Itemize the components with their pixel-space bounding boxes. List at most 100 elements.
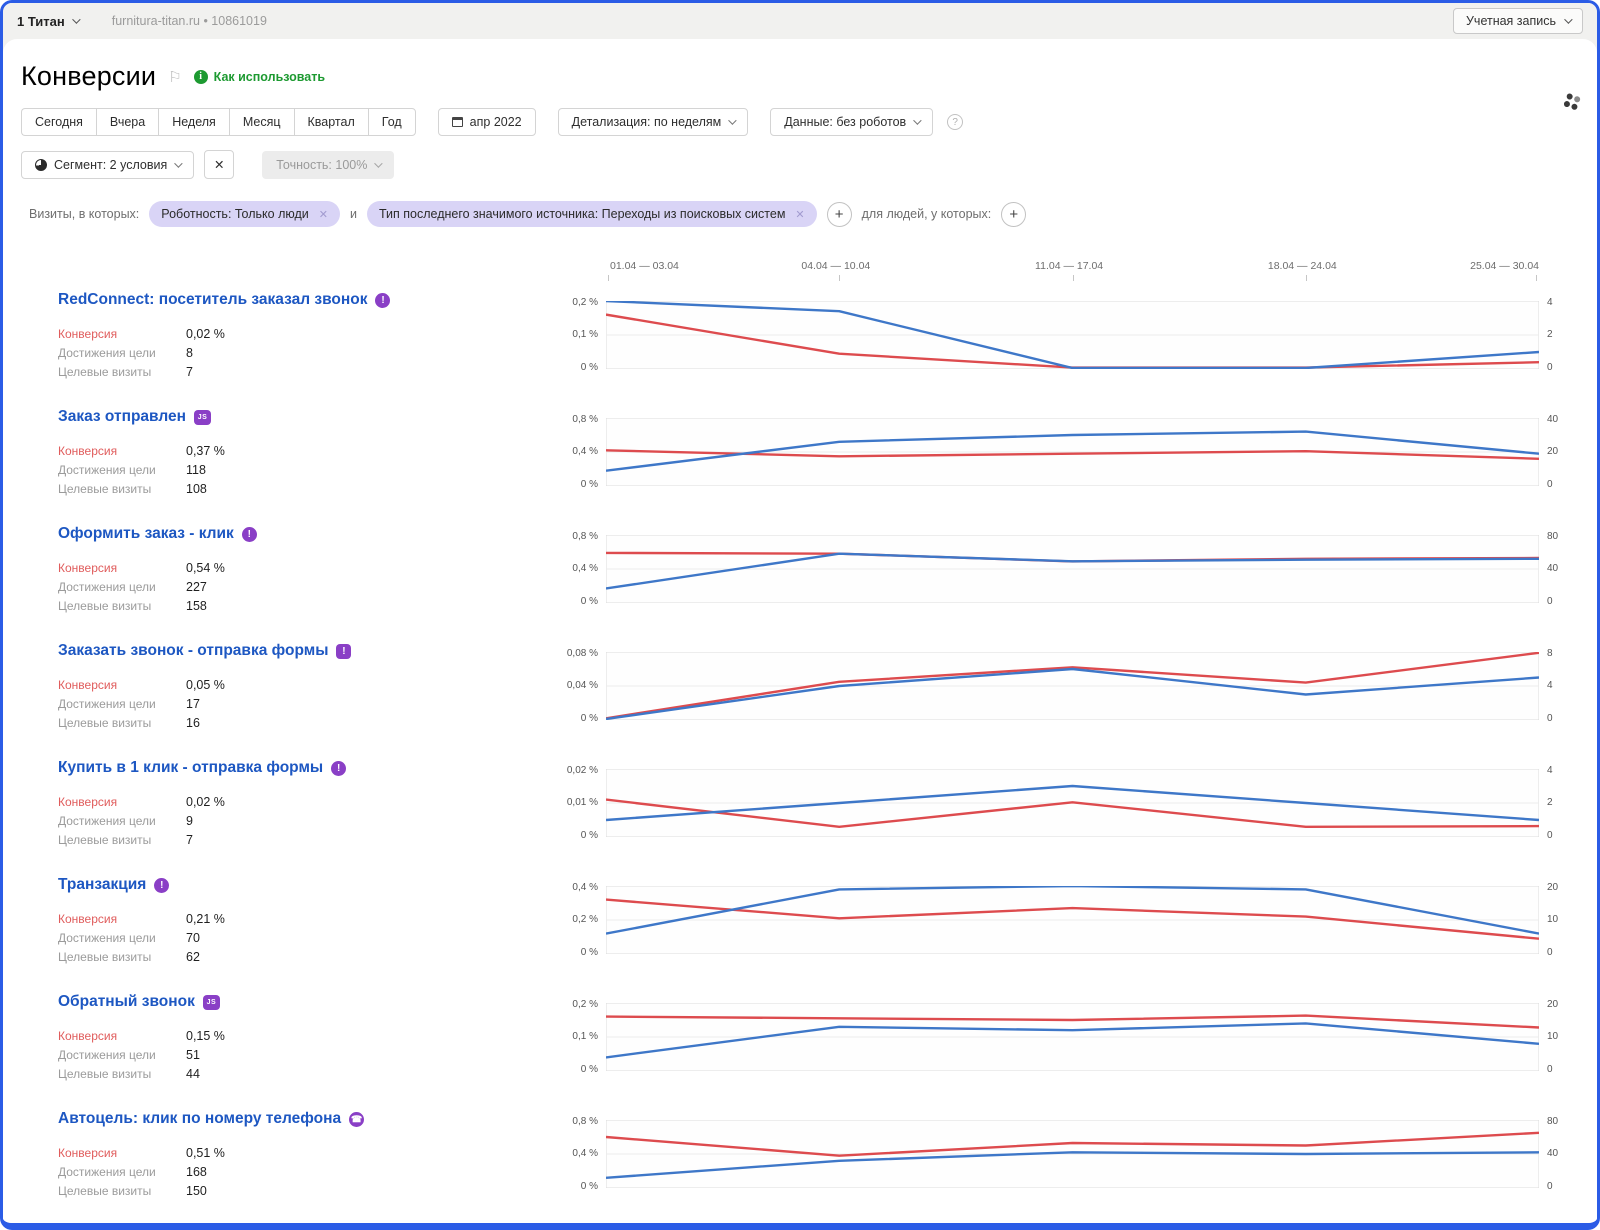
target-visits-value: 108 [186,482,207,496]
filter-chip-source[interactable]: Тип последнего значимого источника: Пере… [367,201,817,227]
goal-chart-plot[interactable] [606,301,1539,369]
goal-title-link[interactable]: Автоцель: клик по номеру телефона [58,1110,341,1128]
chart-left-axis: 0,8 % 0,4 % 0 % [548,1120,606,1188]
segment-dropdown[interactable]: Сегмент: 2 условия [21,151,194,179]
chart-left-axis: 0,08 % 0,04 % 0 % [548,652,606,720]
add-people-condition-button[interactable]: + [1001,202,1026,227]
goal-reaches-label: Достижения цели [58,697,186,711]
how-to-use-link[interactable]: i Как использовать [194,70,325,84]
chart-dates-header: 01.04 — 03.0404.04 — 10.0411.04 — 17.041… [3,253,1597,281]
goal-reaches-label: Достижения цели [58,931,186,945]
goal-chart-plot[interactable] [606,1003,1539,1071]
date-range-label: 11.04 — 17.04 [1035,260,1103,272]
goal-chart-plot[interactable] [606,418,1539,486]
conversion-value: 0,02 % [186,795,225,809]
target-visits-value: 158 [186,599,207,613]
axis-tick [1306,275,1307,281]
filter-chip-robots[interactable]: Роботность: Только люди ✕ [149,201,340,227]
target-visits-value: 7 [186,833,193,847]
goal-title-link[interactable]: Транзакция [58,876,146,894]
goal-chart: 0,02 % 0,01 % 0 % 4 2 0 [548,769,1597,837]
goal-chart: 0,2 % 0,1 % 0 % 4 2 0 [548,301,1597,369]
accuracy-dropdown[interactable]: Точность: 100% [262,151,394,179]
app-frame: 1 Титан furnitura-titan.ru • 10861019 Уч… [0,0,1600,1230]
date-range-label: 01.04 — 03.04 [610,260,679,272]
date-range-button[interactable]: апр 2022 [438,108,536,136]
period-week-button[interactable]: Неделя [158,108,229,136]
goal-chart: 0,08 % 0,04 % 0 % 8 4 0 [548,652,1597,720]
goal-reaches-label: Достижения цели [58,1048,186,1062]
goal-title-link[interactable]: Заказать звонок - отправка формы [58,642,328,660]
segment-clear-button[interactable]: ✕ [204,150,234,179]
goal-chart-plot[interactable] [606,1120,1539,1188]
goal-summary: Автоцель: клик по номеру телефона ☎ Конв… [3,1100,548,1217]
goal-type-icon: ! [336,644,351,659]
target-visits-label: Целевые визиты [58,950,186,964]
goal-summary: Транзакция ! Конверсия 0,21 % Достижения… [3,866,548,983]
chevron-down-icon [375,159,383,167]
goal-type-icon: ! [331,761,346,776]
conversion-label: Конверсия [58,561,186,575]
goal-row: Транзакция ! Конверсия 0,21 % Достижения… [3,866,1597,983]
conversion-value: 0,37 % [186,444,225,458]
chart-right-axis: 80 40 0 [1539,535,1597,603]
segment-conditions-row: Визиты, в которых: Роботность: Только лю… [29,201,1579,227]
goal-chart-plot[interactable] [606,535,1539,603]
goal-reaches-value: 118 [186,463,206,477]
goal-title-link[interactable]: Обратный звонок [58,993,195,1011]
goal-title-link[interactable]: Заказ отправлен [58,408,186,426]
chart-left-axis: 0,2 % 0,1 % 0 % [548,1003,606,1071]
period-today-button[interactable]: Сегодня [21,108,96,136]
period-month-button[interactable]: Месяц [229,108,294,136]
add-visit-condition-button[interactable]: + [827,202,852,227]
goal-chart-plot[interactable] [606,769,1539,837]
goal-chart-plot[interactable] [606,652,1539,720]
chart-left-axis: 0,4 % 0,2 % 0 % [548,886,606,954]
chart-right-axis: 20 10 0 [1539,1003,1597,1071]
goal-summary: Оформить заказ - клик ! Конверсия 0,54 %… [3,515,548,632]
period-yesterday-button[interactable]: Вчера [96,108,158,136]
help-question-icon[interactable]: ? [947,114,963,130]
goal-reaches-label: Достижения цели [58,814,186,828]
detalization-dropdown[interactable]: Детализация: по неделям [558,108,749,136]
goal-type-icon: JS [194,410,211,425]
conversion-value: 0,54 % [186,561,225,575]
chevron-down-icon [1564,15,1572,23]
bookmark-icon[interactable]: ⚐ [168,68,181,86]
goal-row: Заказ отправлен JS Конверсия 0,37 % Дост… [3,398,1597,515]
data-mode-dropdown[interactable]: Данные: без роботов [770,108,933,136]
period-year-button[interactable]: Год [368,108,416,136]
period-toolbar: Сегодня Вчера Неделя Месяц Квартал Год а… [21,108,1579,136]
close-icon[interactable]: ✕ [319,208,328,221]
counter-selector[interactable]: 1 Титан [17,14,78,29]
goal-reaches-label: Достижения цели [58,463,186,477]
counter-name-label: 1 Титан [17,14,65,29]
axis-tick [839,275,840,281]
goal-chart-plot[interactable] [606,886,1539,954]
conversion-label: Конверсия [58,795,186,809]
goal-title-link[interactable]: Оформить заказ - клик [58,525,234,543]
chart-right-axis: 40 20 0 [1539,418,1597,486]
chart-right-axis: 20 10 0 [1539,886,1597,954]
goal-reaches-value: 9 [186,814,193,828]
goal-chart: 0,8 % 0,4 % 0 % 40 20 0 [548,418,1597,486]
chart-dates-axis: 01.04 — 03.0404.04 — 10.0411.04 — 17.041… [606,253,1539,281]
accuracy-label: Точность: 100% [276,158,367,172]
goal-type-icon: ! [154,878,169,893]
conversion-value: 0,05 % [186,678,225,692]
goal-title-link[interactable]: RedConnect: посетитель заказал звонок [58,291,367,309]
chart-right-axis: 4 2 0 [1539,769,1597,837]
target-visits-value: 62 [186,950,200,964]
account-button[interactable]: Учетная запись [1453,8,1583,34]
period-quarter-button[interactable]: Квартал [294,108,368,136]
goal-title-link[interactable]: Купить в 1 клик - отправка формы [58,759,323,777]
and-label: и [350,207,357,221]
goal-summary: Заказ отправлен JS Конверсия 0,37 % Дост… [3,398,548,515]
chart-left-axis: 0,8 % 0,4 % 0 % [548,535,606,603]
close-icon[interactable]: ✕ [795,208,804,221]
goal-summary: RedConnect: посетитель заказал звонок ! … [3,281,548,398]
how-to-use-label: Как использовать [214,70,325,84]
conversion-label: Конверсия [58,678,186,692]
segment-toolbar: Сегмент: 2 условия ✕ Точность: 100% [21,150,1579,179]
chevron-down-icon [174,159,182,167]
